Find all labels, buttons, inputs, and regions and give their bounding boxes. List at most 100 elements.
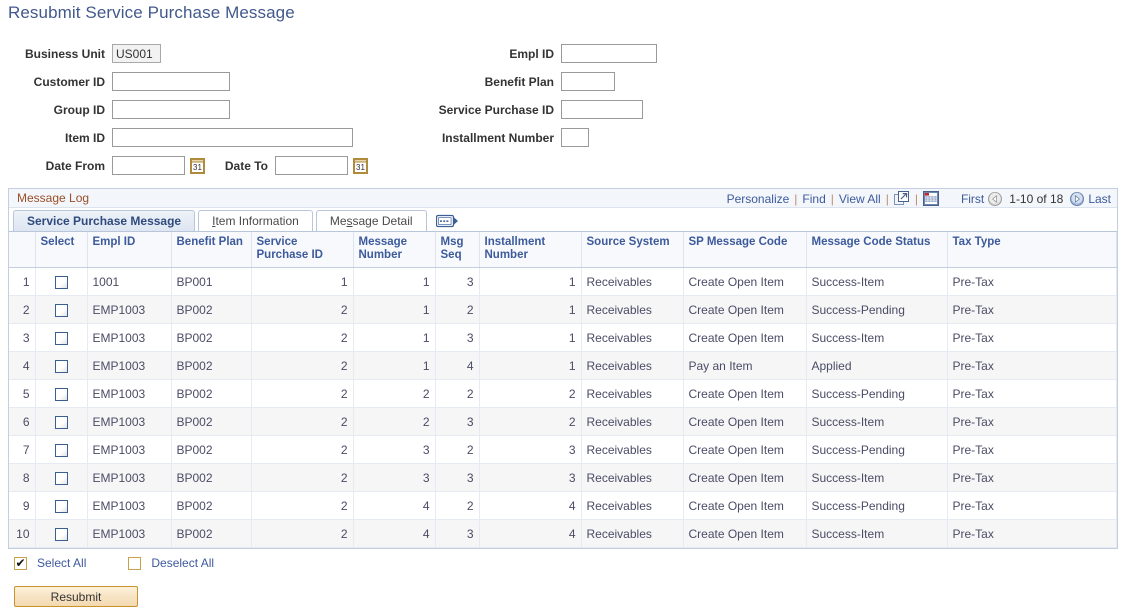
col-header-tax-type[interactable]: Tax Type bbox=[947, 232, 1117, 268]
col-header-service-purchase-id[interactable]: Service Purchase ID bbox=[251, 232, 353, 268]
col-header-select[interactable]: Select bbox=[35, 232, 87, 268]
download-to-excel-icon[interactable] bbox=[923, 191, 939, 206]
customer-id-label: Customer ID bbox=[0, 75, 112, 89]
deselect-all-checkbox[interactable] bbox=[128, 557, 141, 570]
row-select-checkbox[interactable] bbox=[55, 472, 68, 485]
empl-id-input[interactable] bbox=[561, 44, 657, 63]
item-id-input[interactable] bbox=[112, 128, 353, 147]
col-header-msg-seq[interactable]: Msg Seq bbox=[435, 232, 479, 268]
cell-message-code-status: Success-Pending bbox=[806, 296, 947, 324]
previous-page-icon[interactable] bbox=[988, 192, 1002, 206]
calendar-icon[interactable]: 31 bbox=[190, 158, 205, 174]
installment-number-input[interactable] bbox=[561, 128, 589, 147]
cell-benefit-plan: BP002 bbox=[171, 436, 251, 464]
row-select-cell[interactable] bbox=[35, 492, 87, 520]
row-select-cell[interactable] bbox=[35, 408, 87, 436]
row-select-checkbox[interactable] bbox=[55, 332, 68, 345]
cell-service-purchase-id: 1 bbox=[251, 268, 353, 296]
cell-sp-message-code: Create Open Item bbox=[683, 464, 806, 492]
field-empl-id: Empl ID bbox=[398, 44, 657, 63]
row-select-cell[interactable] bbox=[35, 436, 87, 464]
benefit-plan-input[interactable] bbox=[561, 72, 615, 91]
select-all-checkbox[interactable]: ✔ bbox=[14, 557, 27, 570]
show-next-tabs-icon[interactable] bbox=[436, 214, 460, 229]
col-header-empl-id[interactable]: Empl ID bbox=[87, 232, 171, 268]
search-criteria-panel: Business Unit Customer ID Group ID Item … bbox=[0, 36, 1126, 181]
row-select-checkbox[interactable] bbox=[55, 444, 68, 457]
cell-installment-number: 4 bbox=[479, 492, 581, 520]
find-link[interactable]: Find bbox=[802, 192, 825, 206]
cell-empl-id: EMP1003 bbox=[87, 324, 171, 352]
row-select-checkbox[interactable] bbox=[55, 276, 68, 289]
cell-msg-seq: 3 bbox=[435, 520, 479, 548]
expand-grid-icon[interactable] bbox=[894, 191, 910, 206]
cell-message-code-status: Success-Item bbox=[806, 520, 947, 548]
cell-tax-type: Pre-Tax bbox=[947, 464, 1117, 492]
date-from-label: Date From bbox=[0, 159, 112, 173]
check-icon: ✔ bbox=[15, 558, 25, 569]
customer-id-input[interactable] bbox=[112, 72, 230, 91]
row-select-checkbox[interactable] bbox=[55, 500, 68, 513]
cell-service-purchase-id: 2 bbox=[251, 380, 353, 408]
col-header-source-system[interactable]: Source System bbox=[581, 232, 683, 268]
cell-sp-message-code: Create Open Item bbox=[683, 408, 806, 436]
col-header-benefit-plan[interactable]: Benefit Plan bbox=[171, 232, 251, 268]
next-page-icon[interactable] bbox=[1070, 192, 1084, 206]
cell-installment-number: 3 bbox=[479, 436, 581, 464]
row-select-checkbox[interactable] bbox=[55, 360, 68, 373]
personalize-link[interactable]: Personalize bbox=[727, 192, 790, 206]
cell-source-system: Receivables bbox=[581, 520, 683, 548]
cell-sp-message-code: Create Open Item bbox=[683, 268, 806, 296]
row-select-checkbox[interactable] bbox=[55, 388, 68, 401]
grid-body: 11001BP0011131ReceivablesCreate Open Ite… bbox=[9, 268, 1117, 548]
table-row: 3EMP1003BP0022131ReceivablesCreate Open … bbox=[9, 324, 1117, 352]
group-id-input[interactable] bbox=[112, 100, 230, 119]
cell-message-code-status: Success-Item bbox=[806, 464, 947, 492]
date-from-input[interactable] bbox=[112, 156, 185, 175]
select-all-label[interactable]: Select All bbox=[37, 556, 86, 570]
cell-benefit-plan: BP002 bbox=[171, 492, 251, 520]
deselect-all-label[interactable]: Deselect All bbox=[151, 556, 214, 570]
cell-sp-message-code: Pay an Item bbox=[683, 352, 806, 380]
col-header-installment-number[interactable]: Installment Number bbox=[479, 232, 581, 268]
installment-number-label: Installment Number bbox=[398, 131, 561, 145]
resubmit-button[interactable]: Resubmit bbox=[14, 586, 138, 607]
cell-empl-id: EMP1003 bbox=[87, 520, 171, 548]
row-select-checkbox[interactable] bbox=[55, 304, 68, 317]
tab-message-detail[interactable]: Message Detail bbox=[316, 210, 427, 231]
cell-service-purchase-id: 2 bbox=[251, 324, 353, 352]
tab-label: Message Detail bbox=[330, 214, 413, 228]
col-header-message-number[interactable]: Message Number bbox=[353, 232, 435, 268]
cell-installment-number: 1 bbox=[479, 268, 581, 296]
row-select-cell[interactable] bbox=[35, 296, 87, 324]
first-page-link[interactable]: First bbox=[961, 192, 984, 206]
table-row: 10EMP1003BP0022434ReceivablesCreate Open… bbox=[9, 520, 1117, 548]
resubmit-service-purchase-message-page: Resubmit Service Purchase Message Busine… bbox=[0, 0, 1126, 611]
cell-message-number: 1 bbox=[353, 268, 435, 296]
date-to-input[interactable] bbox=[275, 156, 348, 175]
action-separator: | bbox=[794, 192, 797, 206]
business-unit-input[interactable] bbox=[112, 44, 161, 63]
row-select-checkbox[interactable] bbox=[55, 416, 68, 429]
row-select-cell[interactable] bbox=[35, 520, 87, 548]
col-header-message-code-status[interactable]: Message Code Status bbox=[806, 232, 947, 268]
col-header-sp-message-code[interactable]: SP Message Code bbox=[683, 232, 806, 268]
calendar-icon[interactable]: 31 bbox=[353, 158, 368, 174]
row-select-checkbox[interactable] bbox=[55, 528, 68, 541]
cell-empl-id: 1001 bbox=[87, 268, 171, 296]
row-select-cell[interactable] bbox=[35, 380, 87, 408]
row-select-cell[interactable] bbox=[35, 352, 87, 380]
row-select-cell[interactable] bbox=[35, 464, 87, 492]
view-all-link[interactable]: View All bbox=[839, 192, 881, 206]
row-select-cell[interactable] bbox=[35, 268, 87, 296]
cell-message-number: 1 bbox=[353, 296, 435, 324]
tab-service-purchase-message[interactable]: Service Purchase Message bbox=[13, 210, 195, 231]
cell-empl-id: EMP1003 bbox=[87, 352, 171, 380]
cell-message-number: 2 bbox=[353, 380, 435, 408]
business-unit-label: Business Unit bbox=[0, 47, 112, 61]
service-purchase-id-input[interactable] bbox=[561, 100, 643, 119]
row-select-cell[interactable] bbox=[35, 324, 87, 352]
cell-installment-number: 1 bbox=[479, 324, 581, 352]
last-page-link[interactable]: Last bbox=[1088, 192, 1111, 206]
tab-item-information[interactable]: Item Information bbox=[198, 210, 313, 231]
